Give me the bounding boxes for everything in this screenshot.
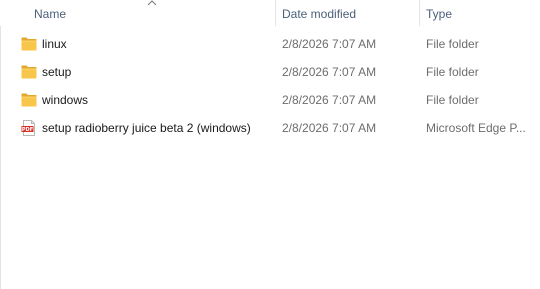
- file-name[interactable]: setup radioberry juice beta 2 (windows): [42, 114, 251, 142]
- file-row-setup[interactable]: setup 2/8/2026 7:07 AM File folder: [0, 58, 540, 86]
- file-type: File folder: [426, 37, 479, 51]
- file-explorer-list: Name Date modified Type linux 2/8/2026 7…: [0, 0, 540, 289]
- file-date-modified: 2/8/2026 7:07 AM: [282, 65, 377, 79]
- column-header-type[interactable]: Type: [426, 0, 452, 26]
- folder-icon: [21, 37, 37, 51]
- file-date-modified: 2/8/2026 7:07 AM: [282, 37, 377, 51]
- file-name[interactable]: linux: [42, 30, 67, 58]
- file-date-modified: 2/8/2026 7:07 AM: [282, 93, 377, 107]
- folder-icon: [21, 93, 37, 107]
- column-separator[interactable]: [275, 0, 276, 26]
- column-header-date-modified[interactable]: Date modified: [282, 0, 356, 26]
- file-list: linux 2/8/2026 7:07 AM File folder setup…: [0, 30, 540, 142]
- column-separator[interactable]: [419, 0, 420, 26]
- chevron-up-icon[interactable]: [147, 0, 157, 6]
- file-date-modified: 2/8/2026 7:07 AM: [282, 121, 377, 135]
- column-header-name[interactable]: Name: [34, 0, 66, 26]
- file-type: File folder: [426, 65, 479, 79]
- file-type: File folder: [426, 93, 479, 107]
- pdf-icon: PDF: [21, 120, 35, 136]
- file-row-linux[interactable]: linux 2/8/2026 7:07 AM File folder: [0, 30, 540, 58]
- file-row-windows[interactable]: windows 2/8/2026 7:07 AM File folder: [0, 86, 540, 114]
- file-name[interactable]: setup: [42, 58, 71, 86]
- file-row-setup-radioberry-juice-beta-2-windows[interactable]: PDF setup radioberry juice beta 2 (windo…: [0, 114, 540, 142]
- file-name[interactable]: windows: [42, 86, 88, 114]
- column-header-row: Name Date modified Type: [0, 0, 540, 26]
- svg-text:PDF: PDF: [22, 127, 33, 133]
- file-type: Microsoft Edge P...: [426, 121, 526, 135]
- folder-icon: [21, 65, 37, 79]
